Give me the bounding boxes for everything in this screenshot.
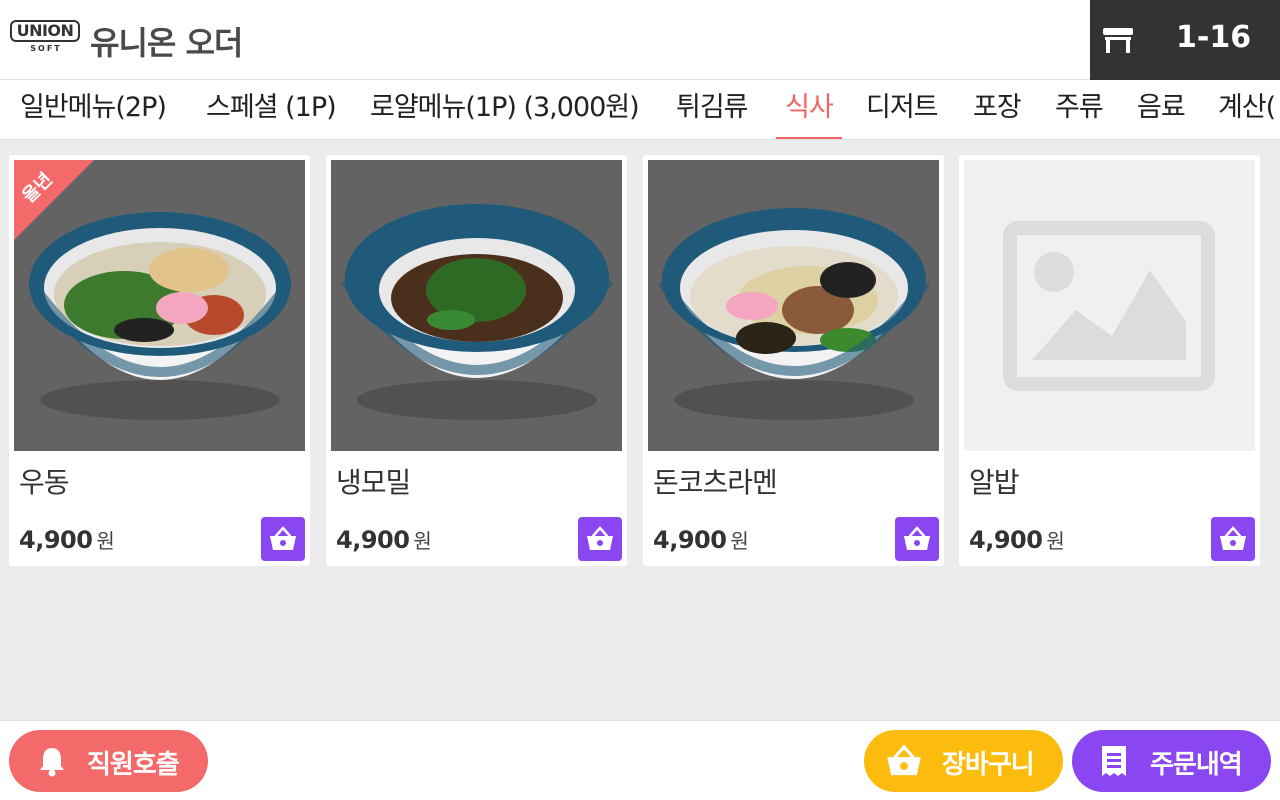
item-price: 4,900 원 (336, 525, 432, 554)
table-icon (1103, 28, 1133, 53)
staff-call-label: 직원호출 (87, 750, 180, 780)
union-soft-logo: UNION SOFT (10, 20, 82, 60)
cold-soba-image (331, 160, 622, 451)
cart-label: 장바구니 (942, 750, 1035, 780)
item-name: 우동 (19, 466, 70, 499)
add-to-cart-button[interactable] (1211, 517, 1255, 561)
item-name: 돈코츠라멘 (653, 466, 778, 499)
image-placeholder-icon (964, 160, 1255, 451)
price-value: 4,900 (19, 526, 93, 554)
udon-image: 올년 (14, 160, 305, 451)
item-name: 알밥 (969, 466, 1020, 499)
tab-royal-menu[interactable]: 로얄메뉴(1P) (3,000원) (370, 80, 640, 139)
receipt-icon (1102, 746, 1126, 776)
tonkotsu-ramen-image (648, 160, 939, 451)
table-number-box: 1-16 (1090, 0, 1280, 80)
order-history-button[interactable]: 주문내역 (1072, 730, 1271, 792)
basket-icon (270, 526, 296, 550)
menu-card-tonkotsu-ramen[interactable]: 돈코츠라멘 4,900 원 (643, 155, 944, 566)
price-currency: 원 (1046, 529, 1065, 553)
item-price: 4,900 원 (969, 525, 1065, 554)
tab-fried[interactable]: 튀김류 (676, 80, 749, 139)
tab-dessert[interactable]: 디저트 (866, 80, 939, 139)
basket-icon (587, 526, 613, 550)
price-value: 4,900 (969, 526, 1043, 554)
table-number: 1-16 (1176, 20, 1252, 55)
price-currency: 원 (413, 529, 432, 553)
add-to-cart-button[interactable] (895, 517, 939, 561)
tab-general-menu[interactable]: 일반메뉴(2P) (20, 80, 167, 139)
menu-card-cold-soba[interactable]: 냉모밀 4,900 원 (326, 155, 627, 566)
tab-alcohol[interactable]: 주류 (1055, 80, 1104, 139)
price-value: 4,900 (336, 526, 410, 554)
price-currency: 원 (96, 529, 115, 553)
basket-icon (904, 526, 930, 550)
basket-icon (887, 744, 921, 776)
add-to-cart-button[interactable] (261, 517, 305, 561)
item-name: 냉모밀 (336, 466, 411, 499)
header: UNION SOFT 유니온 오더 1-16 (0, 0, 1280, 80)
add-to-cart-button[interactable] (578, 517, 622, 561)
bell-icon (40, 748, 64, 777)
cart-button[interactable]: 장바구니 (864, 730, 1063, 792)
price-value: 4,900 (653, 526, 727, 554)
tab-meals[interactable]: 식사 (776, 80, 842, 139)
price-currency: 원 (730, 529, 749, 553)
item-price: 4,900 원 (653, 525, 749, 554)
menu-card-udon[interactable]: 올년 우동 4,900 원 (9, 155, 310, 566)
logo-text: UNION (10, 20, 80, 42)
tab-special[interactable]: 스페셜 (1P) (206, 80, 337, 139)
staff-call-button[interactable]: 직원호출 (9, 730, 208, 792)
menu-card-albap[interactable]: 알밥 4,900 원 (959, 155, 1260, 566)
tab-payment[interactable]: 계산( (1218, 80, 1276, 139)
footer-bar: 직원호출 장바구니 주문내역 (0, 720, 1280, 800)
category-tabs: 일반메뉴(2P) 스페셜 (1P) 로얄메뉴(1P) (3,000원) 튀김류 … (0, 80, 1280, 140)
logo-subtext: SOFT (30, 44, 62, 53)
tab-drinks[interactable]: 음료 (1137, 80, 1186, 139)
order-history-label: 주문내역 (1150, 750, 1243, 780)
basket-icon (1220, 526, 1246, 550)
tab-takeout[interactable]: 포장 (973, 80, 1022, 139)
app-title: 유니온 오더 (90, 24, 243, 62)
item-price: 4,900 원 (19, 525, 115, 554)
